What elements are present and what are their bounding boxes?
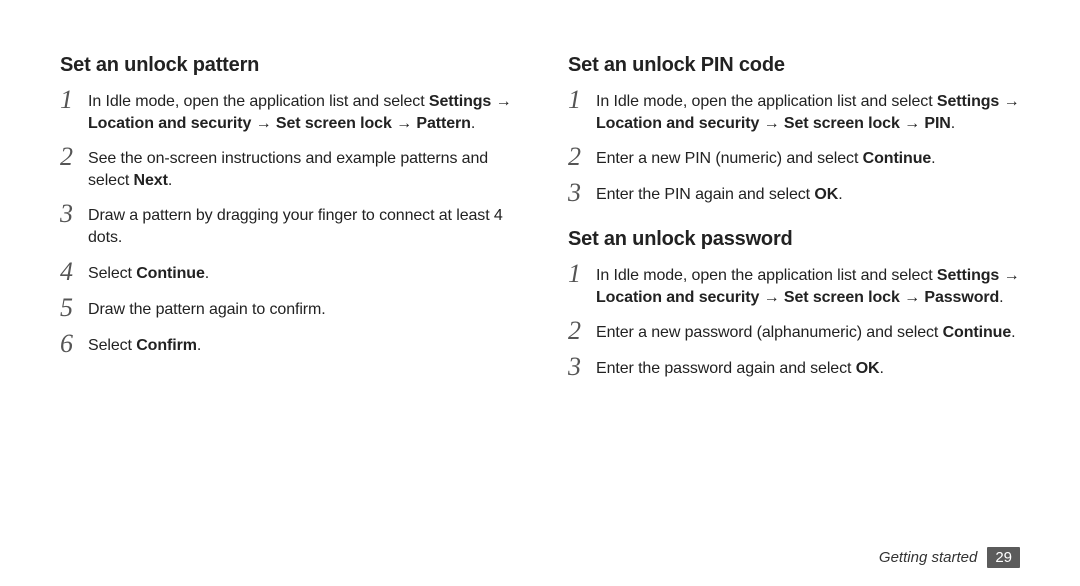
step-number: 4 xyxy=(60,259,88,285)
steps-list: 1In Idle mode, open the application list… xyxy=(568,87,1020,206)
footer-page-number: 29 xyxy=(987,547,1020,568)
step-item: 5Draw the pattern again to confirm. xyxy=(60,295,512,321)
step-item: 2Enter a new password (alphanumeric) and… xyxy=(568,318,1020,344)
step-text: In Idle mode, open the application list … xyxy=(596,261,1020,308)
step-number: 2 xyxy=(568,318,596,344)
left-column: Set an unlock pattern 1In Idle mode, ope… xyxy=(60,54,512,402)
section-heading: Set an unlock pattern xyxy=(60,54,512,77)
footer-section-label: Getting started xyxy=(879,549,977,566)
step-item: 4Select Continue. xyxy=(60,259,512,285)
step-item: 2See the on-screen instructions and exam… xyxy=(60,144,512,191)
steps-list: 1In Idle mode, open the application list… xyxy=(568,261,1020,380)
content-columns: Set an unlock pattern 1In Idle mode, ope… xyxy=(60,54,1020,402)
step-item: 1In Idle mode, open the application list… xyxy=(568,261,1020,308)
step-number: 1 xyxy=(568,261,596,287)
step-item: 3Draw a pattern by dragging your finger … xyxy=(60,201,512,248)
step-number: 2 xyxy=(60,144,88,170)
step-text: Enter the password again and select OK. xyxy=(596,354,884,380)
step-text: Draw a pattern by dragging your finger t… xyxy=(88,201,512,248)
step-text: Draw the pattern again to confirm. xyxy=(88,295,326,321)
page-footer: Getting started 29 xyxy=(879,547,1020,568)
step-text: Enter the PIN again and select OK. xyxy=(596,180,843,206)
step-text: In Idle mode, open the application list … xyxy=(88,87,512,134)
step-number: 2 xyxy=(568,144,596,170)
step-text: See the on-screen instructions and examp… xyxy=(88,144,512,191)
step-text: Enter a new password (alphanumeric) and … xyxy=(596,318,1015,344)
step-item: 3Enter the password again and select OK. xyxy=(568,354,1020,380)
step-item: 3Enter the PIN again and select OK. xyxy=(568,180,1020,206)
step-text: In Idle mode, open the application list … xyxy=(596,87,1020,134)
step-number: 3 xyxy=(568,180,596,206)
step-item: 1In Idle mode, open the application list… xyxy=(568,87,1020,134)
step-item: 1In Idle mode, open the application list… xyxy=(60,87,512,134)
step-text: Select Continue. xyxy=(88,259,209,285)
right-column: Set an unlock PIN code1In Idle mode, ope… xyxy=(568,54,1020,402)
step-number: 5 xyxy=(60,295,88,321)
step-number: 1 xyxy=(60,87,88,113)
step-number: 6 xyxy=(60,331,88,357)
step-text: Enter a new PIN (numeric) and select Con… xyxy=(596,144,936,170)
section-heading: Set an unlock PIN code xyxy=(568,54,1020,77)
step-number: 1 xyxy=(568,87,596,113)
step-number: 3 xyxy=(60,201,88,227)
step-item: 2Enter a new PIN (numeric) and select Co… xyxy=(568,144,1020,170)
step-item: 6Select Confirm. xyxy=(60,331,512,357)
step-number: 3 xyxy=(568,354,596,380)
section-heading: Set an unlock password xyxy=(568,228,1020,251)
step-text: Select Confirm. xyxy=(88,331,201,357)
steps-list: 1In Idle mode, open the application list… xyxy=(60,87,512,357)
manual-page: Set an unlock pattern 1In Idle mode, ope… xyxy=(0,0,1080,586)
